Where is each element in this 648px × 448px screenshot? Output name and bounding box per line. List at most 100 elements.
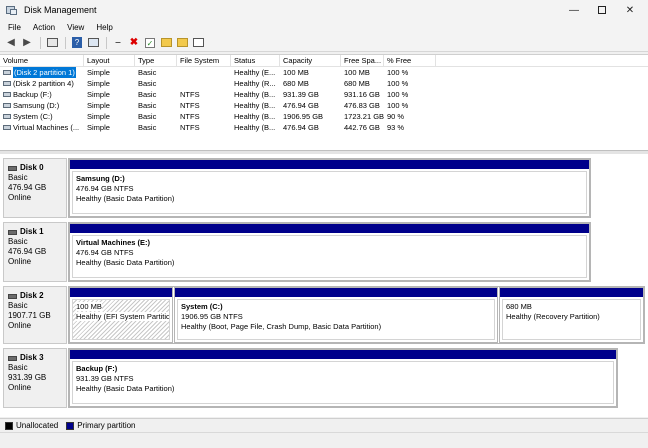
column-file-system[interactable]: File System <box>177 55 231 66</box>
partition-block[interactable]: Virtual Machines (E:) 476.94 GB NTFS Hea… <box>69 223 590 281</box>
disk-partitions: 100 MB Healthy (EFI System Partitio Syst… <box>68 286 645 344</box>
volume-free-space: 100 MB <box>344 68 370 77</box>
disk-status: Online <box>8 321 32 330</box>
volume-type: Basic <box>138 101 157 110</box>
primary-partition-bar <box>175 288 497 297</box>
disk-drive-icon <box>8 293 17 299</box>
partition-block[interactable]: Backup (F:) 931.39 GB NTFS Healthy (Basi… <box>69 349 617 407</box>
volume-icon <box>3 92 11 97</box>
volume-type: Basic <box>138 68 157 77</box>
disk-map: Disk 0 Basic 476.94 GB Online Samsung (D… <box>0 154 648 417</box>
volume-row[interactable]: System (C:) Simple Basic NTFS Healthy (B… <box>0 111 648 122</box>
volume-list-header: Volume Layout Type File System Status Ca… <box>0 55 648 67</box>
disk-size: 931.39 GB <box>8 373 47 382</box>
disk-size: 476.94 GB <box>8 183 47 192</box>
disk-partitions: Virtual Machines (E:) 476.94 GB NTFS Hea… <box>68 222 591 282</box>
partition-block[interactable]: 680 MB Healthy (Recovery Partition) <box>499 287 644 343</box>
properties-icon[interactable] <box>175 36 189 50</box>
check-icon[interactable]: ✓ <box>143 36 157 50</box>
delete-icon[interactable]: ✖ <box>127 36 141 50</box>
volume-file-system <box>177 78 231 89</box>
volume-name: Virtual Machines (... <box>13 123 80 132</box>
volume-percent-free: 90 % <box>387 112 405 121</box>
disk-row-2: Disk 2 Basic 1907.71 GB Online 100 MB He… <box>3 286 645 344</box>
column-volume[interactable]: Volume <box>0 55 84 66</box>
disk-label[interactable]: Disk 2 Basic 1907.71 GB Online <box>3 286 67 344</box>
menu-help[interactable]: Help <box>90 23 118 32</box>
volume-status: Healthy (R... <box>234 79 276 88</box>
primary-partition-bar <box>500 288 643 297</box>
volume-layout: Simple <box>87 68 110 77</box>
disk-drive-icon <box>8 229 17 235</box>
volume-free-space: 442.76 GB <box>344 123 380 132</box>
disk-name: Disk 2 <box>20 291 44 300</box>
partition-block[interactable]: Samsung (D:) 476.94 GB NTFS Healthy (Bas… <box>69 159 590 217</box>
volume-file-system <box>177 67 231 78</box>
legend-unallocated: Unallocated <box>5 421 58 430</box>
volume-file-system: NTFS <box>180 90 200 99</box>
volume-capacity: 680 MB <box>283 79 309 88</box>
partition-size: 476.94 GB NTFS <box>76 248 134 257</box>
volume-row[interactable]: Virtual Machines (... Simple Basic NTFS … <box>0 122 648 133</box>
column-layout[interactable]: Layout <box>84 55 135 66</box>
menu-action[interactable]: Action <box>27 23 61 32</box>
disk-label[interactable]: Disk 3 Basic 931.39 GB Online <box>3 348 67 408</box>
partition-size: 1906.95 GB NTFS <box>181 312 243 321</box>
toolbar: ◀ ▶ ? ⎯ ✖ ✓ <box>0 34 648 52</box>
volume-free-space: 476.83 GB <box>344 101 380 110</box>
disk-name: Disk 1 <box>20 227 44 236</box>
close-button[interactable]: ✕ <box>618 0 642 20</box>
column-type[interactable]: Type <box>135 55 177 66</box>
volume-status: Healthy (B... <box>234 101 276 110</box>
volume-free-space: 680 MB <box>344 79 370 88</box>
list-icon[interactable] <box>191 36 205 50</box>
volume-name: (Disk 2 partition 1) <box>13 67 76 78</box>
forward-arrow-icon[interactable]: ▶ <box>20 36 34 50</box>
volume-file-system: NTFS <box>180 112 200 121</box>
volume-percent-free: 100 % <box>387 90 409 99</box>
volume-name: System (C:) <box>13 112 53 121</box>
volume-row[interactable]: (Disk 2 partition 4) Simple Basic Health… <box>0 78 648 89</box>
volume-status: Healthy (B... <box>234 112 276 121</box>
column-status[interactable]: Status <box>231 55 280 66</box>
volume-percent-free: 100 % <box>387 101 409 110</box>
disk-row-1: Disk 1 Basic 476.94 GB Online Virtual Ma… <box>3 222 643 282</box>
help-icon[interactable]: ? <box>70 36 84 50</box>
volume-row[interactable]: (Disk 2 partition 1) Simple Basic Health… <box>0 67 648 78</box>
partition-block[interactable]: System (C:) 1906.95 GB NTFS Healthy (Boo… <box>174 287 498 343</box>
partition-block[interactable]: 100 MB Healthy (EFI System Partitio <box>69 287 173 343</box>
console-tree-icon[interactable] <box>45 36 59 50</box>
volume-file-system: NTFS <box>180 101 200 110</box>
back-arrow-icon[interactable]: ◀ <box>4 36 18 50</box>
volume-status: Healthy (B... <box>234 90 276 99</box>
window-title: Disk Management <box>24 5 97 15</box>
volume-icon <box>3 81 11 86</box>
partition-size: 100 MB <box>76 302 102 311</box>
volume-row[interactable]: Backup (F:) Simple Basic NTFS Healthy (B… <box>0 89 648 100</box>
primary-partition-bar <box>70 224 589 233</box>
disk-label[interactable]: Disk 1 Basic 476.94 GB Online <box>3 222 67 282</box>
partition-title: System (C:) <box>181 302 223 311</box>
volume-row[interactable]: Samsung (D:) Simple Basic NTFS Healthy (… <box>0 100 648 111</box>
partition-status: Healthy (Basic Data Partition) <box>76 258 175 267</box>
disk-name: Disk 0 <box>20 163 44 172</box>
folder-up-icon[interactable] <box>159 36 173 50</box>
help-topic-icon[interactable] <box>86 36 100 50</box>
column-percent-free[interactable]: % Free <box>384 55 436 66</box>
menu-view[interactable]: View <box>61 23 90 32</box>
volume-file-system: NTFS <box>180 123 200 132</box>
disk-type: Basic <box>8 173 28 182</box>
menu-file[interactable]: File <box>2 23 27 32</box>
column-capacity[interactable]: Capacity <box>280 55 341 66</box>
partition-status: Healthy (EFI System Partitio <box>76 312 170 321</box>
connect-icon[interactable]: ⎯ <box>111 36 125 50</box>
column-free-space[interactable]: Free Spa... <box>341 55 384 66</box>
disk-label[interactable]: Disk 0 Basic 476.94 GB Online <box>3 158 67 218</box>
volume-type: Basic <box>138 79 157 88</box>
legend: Unallocated Primary partition <box>0 418 648 432</box>
volume-layout: Simple <box>87 79 110 88</box>
minimize-button[interactable]: — <box>562 0 586 20</box>
volume-capacity: 931.39 GB <box>283 90 319 99</box>
maximize-button[interactable] <box>590 0 614 20</box>
partition-size: 476.94 GB NTFS <box>76 184 134 193</box>
